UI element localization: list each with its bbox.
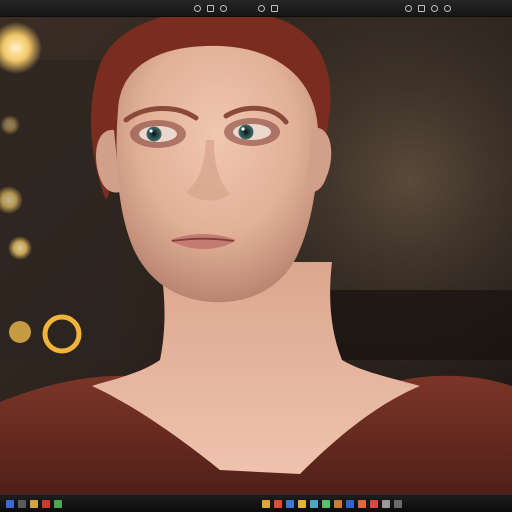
toolbar-icons-left <box>194 3 227 13</box>
window-control-icon[interactable] <box>207 4 214 12</box>
mail-icon[interactable] <box>310 499 318 508</box>
iris-right <box>238 124 254 140</box>
status-icon[interactable] <box>418 4 425 12</box>
taskbar <box>0 494 512 512</box>
app-icon[interactable] <box>298 499 306 508</box>
start-icon[interactable] <box>6 499 14 508</box>
toolbar-icons-middle <box>258 3 278 13</box>
top-toolbar <box>0 0 512 17</box>
toolbar-icons-right <box>405 3 451 13</box>
app-icon[interactable] <box>322 499 330 508</box>
eye-highlight <box>149 129 153 133</box>
app-icon[interactable] <box>258 4 265 12</box>
status-icon[interactable] <box>431 4 438 12</box>
app-icon[interactable] <box>18 499 26 508</box>
eye-highlight <box>241 127 245 131</box>
background-shelf <box>330 290 512 360</box>
ring-light <box>9 321 31 343</box>
window-control-icon[interactable] <box>220 4 227 12</box>
app-icon[interactable] <box>334 499 342 508</box>
folder-icon[interactable] <box>262 499 270 508</box>
app-icon[interactable] <box>346 499 354 508</box>
iris-left <box>146 126 162 142</box>
app-icon[interactable] <box>370 499 378 508</box>
bokeh-light <box>8 236 32 260</box>
app-icon[interactable] <box>382 499 390 508</box>
app-icon[interactable] <box>54 499 62 508</box>
portrait-image <box>0 0 512 512</box>
taskbar-left-icons <box>6 499 62 508</box>
status-icon[interactable] <box>405 4 412 12</box>
app-icon[interactable] <box>271 4 278 12</box>
app-icon[interactable] <box>358 499 366 508</box>
status-icon[interactable] <box>444 4 451 12</box>
screenshot-frame <box>0 0 512 512</box>
bokeh-light <box>0 115 20 135</box>
taskbar-pinned-icons <box>262 499 402 508</box>
app-icon[interactable] <box>394 499 402 508</box>
app-icon[interactable] <box>274 499 282 508</box>
folder-icon[interactable] <box>30 499 38 508</box>
app-icon[interactable] <box>42 499 50 508</box>
window-control-icon[interactable] <box>194 4 201 12</box>
browser-icon[interactable] <box>286 499 294 508</box>
